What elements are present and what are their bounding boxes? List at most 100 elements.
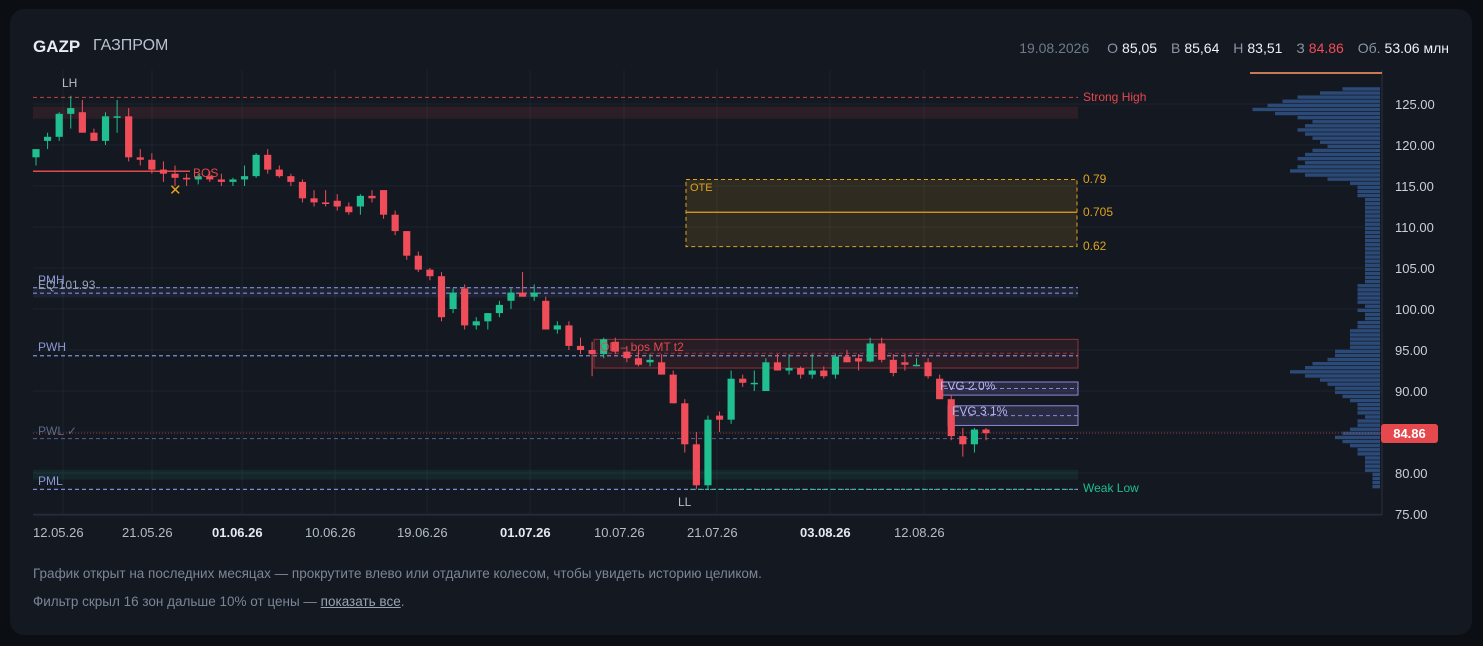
volume-profile-bar: [1372, 476, 1380, 481]
volume-profile-bar: [1297, 165, 1380, 169]
volume-profile-bar: [1365, 222, 1380, 226]
volume-profile-bar: [1357, 185, 1380, 190]
candle: [264, 149, 272, 174]
volume-profile-bar: [1357, 407, 1380, 411]
candle-body: [530, 292, 538, 297]
pml-zone: [33, 469, 1078, 480]
volume-profile-bar: [1357, 452, 1380, 456]
candle-body: [310, 198, 318, 203]
volume-profile-bar: [1320, 378, 1380, 382]
candle-body: [495, 304, 504, 314]
footer-hint: График открыт на последних месяцах — про…: [33, 566, 762, 581]
candle: [310, 190, 318, 207]
candle: [727, 370, 735, 424]
candle-body: [217, 179, 225, 182]
candle-body: [681, 403, 689, 445]
candle-body: [507, 292, 515, 301]
volume-profile-bar: [1267, 103, 1380, 108]
candle-body: [854, 358, 863, 362]
candle-body: [449, 292, 457, 309]
ote-zone: [685, 178, 1078, 248]
volume-profile-bar: [1297, 128, 1380, 132]
candle-body: [797, 368, 805, 375]
candle: [403, 231, 411, 260]
candle-body: [183, 177, 191, 180]
volume-profile-bar: [1327, 144, 1380, 149]
candle: [484, 313, 492, 330]
volume-profile-bar: [1365, 243, 1380, 247]
volume-profile-bar: [1357, 189, 1380, 194]
ll-label: LL: [678, 495, 692, 509]
eq-label: EQ 101.93: [38, 278, 96, 292]
candle-body: [264, 154, 272, 170]
volume-profile-bar: [1305, 173, 1380, 177]
volume-profile-bar: [1357, 448, 1380, 452]
candle-body: [345, 206, 353, 213]
candle-body: [275, 169, 283, 177]
x-tick-label: 21.05.26: [122, 525, 173, 540]
candle-body: [484, 313, 492, 322]
y-tick-label: 75.00: [1395, 507, 1428, 522]
candle-body: [67, 108, 75, 114]
volume-profile-bar: [1290, 370, 1380, 374]
candle-body: [820, 370, 828, 377]
candle: [391, 210, 399, 236]
volume-profile-bar: [1327, 177, 1380, 181]
candle-body: [831, 356, 839, 375]
candle: [437, 272, 446, 322]
volume-profile-bar: [1282, 99, 1380, 103]
volume-profile-bar: [1335, 353, 1380, 358]
volume-profile-bar: [1365, 197, 1380, 202]
candle: [692, 432, 700, 490]
candle: [322, 190, 330, 207]
volume-profile-bar: [1350, 345, 1380, 349]
candle-body: [229, 179, 237, 182]
volume-profile-bar: [1350, 398, 1380, 403]
x-tick-label: 12.05.26: [33, 525, 84, 540]
candle-body: [739, 378, 747, 383]
footer-filter: Фильтр скрыл 16 зон дальше 10% от цены —…: [33, 594, 404, 609]
candle: [681, 399, 689, 453]
candle-body: [125, 116, 133, 158]
candle: [461, 284, 469, 330]
price-chart[interactable]: 125.00 120.00 115.00 110.00 105.00 100.00 95.0…: [0, 0, 1483, 560]
ob-label: OB – bos MT t2: [600, 340, 684, 354]
candle: [518, 272, 527, 297]
candle: [472, 317, 480, 330]
volume-profile-bar: [1365, 304, 1380, 308]
candle-body: [461, 288, 469, 326]
volume-profile: [1250, 72, 1382, 489]
volume-profile-bar: [1350, 329, 1380, 333]
candle-body: [843, 356, 851, 363]
candle-body: [113, 116, 121, 118]
candle-body: [78, 112, 86, 133]
candle: [136, 149, 144, 166]
candle-body: [333, 200, 341, 207]
show-all-link[interactable]: показать все: [321, 594, 401, 609]
fvg1-label: FVG 2.0%: [940, 379, 996, 393]
volume-profile-bar: [1365, 267, 1380, 272]
candle: [78, 99, 86, 133]
volume-profile-bar: [1305, 366, 1380, 370]
volume-profile-bar: [1335, 349, 1380, 354]
volume-profile-bar: [1350, 333, 1380, 337]
candle: [970, 427, 979, 453]
volume-profile-bar: [1365, 259, 1380, 263]
volume-profile-bar: [1305, 161, 1380, 165]
candle: [553, 321, 561, 334]
volume-profile-bar: [1357, 193, 1380, 198]
ote-label: OTE: [690, 182, 713, 194]
candle-body: [553, 325, 561, 330]
volume-profile-bar: [1357, 292, 1380, 296]
last-price-tag: 84.86: [1381, 424, 1438, 443]
candle: [217, 173, 225, 186]
candle: [90, 128, 98, 141]
volume-profile-bar: [1305, 374, 1380, 378]
volume-profile-bar: [1312, 361, 1380, 366]
x-tick-label: 03.08.26: [800, 525, 851, 540]
volume-profile-bar: [1365, 210, 1380, 214]
candle-body: [970, 429, 979, 445]
strong-high-zone: [33, 106, 1078, 119]
candle-body: [298, 181, 307, 199]
candle-body: [542, 300, 550, 330]
